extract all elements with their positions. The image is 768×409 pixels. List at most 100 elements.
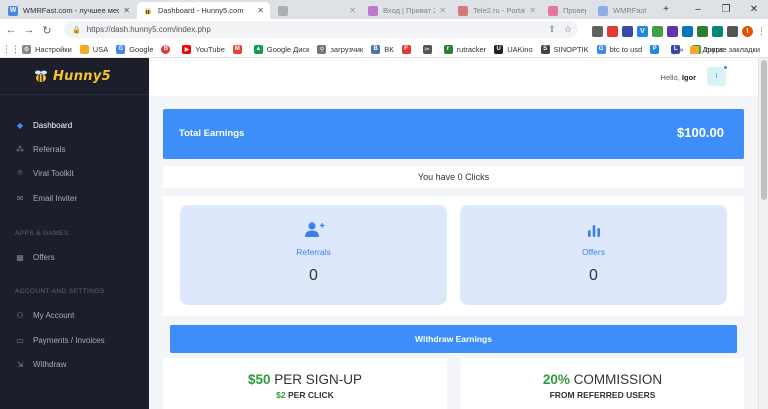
f-icon: F xyxy=(401,44,411,54)
sidebar-item-label: Dashboard xyxy=(33,120,73,130)
offers-value: 0 xyxy=(589,267,598,284)
url-omnibox[interactable]: 🔒 https://dash.hunny5.com/index.php ⇪ ☆ xyxy=(64,21,578,38)
bookmark-vk[interactable]: В ВК xyxy=(371,44,394,54)
forward-icon[interactable]: → xyxy=(22,21,36,39)
commission-promo-subline: FROM REFERRED USERS xyxy=(549,390,656,400)
section-account-settings: ACCOUNT AND SETTINGS xyxy=(15,288,105,295)
leaf-icon[interactable] xyxy=(652,25,663,37)
withdraw-icon: ⇲ xyxy=(16,359,24,369)
sidebar-item-viral-toolkit[interactable]: ⌾ Viral Toolkit xyxy=(0,161,149,185)
ext-icon[interactable] xyxy=(727,25,738,37)
sidebar-item-dashboard[interactable]: ◆ Dashboard xyxy=(0,113,149,137)
brand-name: Hunny5 xyxy=(53,68,111,84)
bookmark-usa[interactable]: USA xyxy=(79,44,108,54)
bee-logo-icon xyxy=(35,70,47,82)
clip-icon: ✂ xyxy=(422,44,432,54)
user-greeting: Hello, Igor xyxy=(660,73,696,82)
globe-icon[interactable] xyxy=(592,25,603,37)
close-tab-icon[interactable]: ✕ xyxy=(349,6,356,15)
apps-grid-icon[interactable]: ⋮⋮ xyxy=(2,40,20,58)
youtube-icon: ▶ xyxy=(182,44,192,54)
share-icon[interactable]: ⇪ xyxy=(548,24,556,35)
tab-title: Проверка xyxy=(563,6,586,15)
bookmark-uakino[interactable]: U UAKino xyxy=(494,44,533,54)
brand-logo[interactable]: Hunny5 xyxy=(0,58,149,95)
tab-title: Вход | Приват 24 xyxy=(383,6,435,15)
tab-3[interactable]: ✕ xyxy=(272,2,362,19)
gift-icon[interactable] xyxy=(712,25,723,37)
menu-kebab-icon[interactable]: ⋮ xyxy=(757,26,766,37)
adblock-icon[interactable] xyxy=(607,25,618,37)
download-icon[interactable] xyxy=(682,25,693,37)
sidebar-item-withdraw[interactable]: ⇲ Withdraw xyxy=(0,352,149,376)
grid-icon[interactable] xyxy=(622,25,633,37)
scrollbar-thumb[interactable] xyxy=(761,60,767,200)
close-window-icon[interactable]: ✕ xyxy=(740,0,768,19)
profile-icon[interactable]: I xyxy=(742,25,753,37)
reload-icon[interactable]: ↻ xyxy=(40,21,54,39)
tab-5[interactable]: Tele2.ru - Portal ✕ xyxy=(452,2,542,19)
square-icon[interactable] xyxy=(667,25,678,37)
close-tab-icon[interactable]: ✕ xyxy=(123,6,130,15)
tab-6[interactable]: Проверка xyxy=(542,2,592,19)
referrals-card[interactable]: Referrals 0 xyxy=(180,205,447,305)
sidebar-item-referrals[interactable]: ⁂ Referrals xyxy=(0,137,149,161)
new-tab-icon[interactable]: + xyxy=(652,0,680,19)
main-content: Hello, Igor I Total Earnings $100.00 You… xyxy=(149,58,758,409)
sidebar: Hunny5 ◆ Dashboard ⁂ Referrals ⌾ Viral T… xyxy=(0,58,149,409)
tab-title: WMRFast.com xyxy=(613,6,646,15)
close-tab-icon[interactable]: ✕ xyxy=(257,6,264,15)
gmail-icon: M xyxy=(232,44,242,54)
offers-card[interactable]: Offers 0 xyxy=(460,205,727,305)
sidebar-item-offers[interactable]: ▦ Offers xyxy=(0,245,149,269)
close-tab-icon[interactable]: ✕ xyxy=(439,6,446,15)
google-icon: G xyxy=(116,44,126,54)
bookmark-gmail[interactable]: M xyxy=(232,44,246,54)
tab-7[interactable]: WMRFast.com xyxy=(592,2,652,19)
bookmark-b[interactable]: B xyxy=(161,44,174,54)
sidebar-item-email-inviter[interactable]: ✉ Email Inviter xyxy=(0,186,149,210)
sidebar-item-label: Payments / Invoices xyxy=(33,335,105,345)
payments-icon: ▭ xyxy=(16,335,24,345)
bookmark-star-icon[interactable]: ☆ xyxy=(564,24,572,35)
clicks-count: You have 0 Clicks xyxy=(163,166,744,188)
close-tab-icon[interactable]: ✕ xyxy=(529,6,536,15)
google-icon: G xyxy=(596,44,606,54)
gear-icon: ⚙ xyxy=(22,44,31,54)
sidebar-item-payments[interactable]: ▭ Payments / Invoices xyxy=(0,328,149,352)
bookmark-sinoptik[interactable]: S SINOPTIK xyxy=(540,44,589,54)
flag-icon[interactable] xyxy=(697,25,708,37)
chevron-right-icon: » xyxy=(679,45,684,54)
bookmark-btc[interactable]: Gbtc to usd xyxy=(596,44,642,54)
bookmark-google[interactable]: G Google xyxy=(116,44,153,54)
bookmark-rutracker[interactable]: r rutracker xyxy=(443,44,486,54)
signup-promo-headline: $50 PER SIGN-UP xyxy=(247,372,363,387)
link-icon: ⚲ xyxy=(317,44,327,54)
minimize-icon[interactable]: – xyxy=(684,0,712,19)
bookmark-clip[interactable]: ✂ xyxy=(422,44,436,54)
tab-dashboard-active[interactable]: Dashboard - Hunny5.com ✕ xyxy=(137,2,270,19)
sidebar-item-label: Offers xyxy=(33,252,55,262)
tab-4[interactable]: Вход | Приват 24 ✕ xyxy=(362,2,452,19)
b-icon: B xyxy=(161,44,171,54)
other-bookmarks[interactable]: » Другие закладки xyxy=(679,41,760,58)
v-icon[interactable]: V xyxy=(637,25,648,37)
sidebar-item-label: Referrals xyxy=(33,144,66,154)
bookmark-loader[interactable]: ⚲ загрузчик xyxy=(317,44,363,54)
address-bar-row: ← → ↻ 🔒 https://dash.hunny5.com/index.ph… xyxy=(0,19,768,41)
withdraw-earnings-button[interactable]: Withdraw Earnings xyxy=(170,325,737,353)
bookmark-drive[interactable]: ▲ Google Диск xyxy=(253,44,309,54)
bookmark-f[interactable]: F xyxy=(401,44,415,54)
signup-promo-card: $50 PER SIGN-UP $2 PER CLICK xyxy=(163,358,447,409)
back-icon[interactable]: ← xyxy=(4,21,18,39)
maximize-icon[interactable]: ❐ xyxy=(712,0,740,19)
bookmark-p[interactable]: P xyxy=(650,44,663,54)
bookmark-settings[interactable]: ⚙ Настройки xyxy=(22,44,72,54)
page-scrollbar[interactable] xyxy=(758,58,768,409)
rutracker-icon: r xyxy=(443,44,453,54)
tab-wmrfast[interactable]: W WMRFast.com - лучшее место для ✕ xyxy=(2,2,136,19)
avatar[interactable]: I xyxy=(707,67,726,86)
sidebar-item-my-account[interactable]: ⚇ My Account xyxy=(0,303,149,327)
extensions-toolbar: V I ⋮ xyxy=(592,22,766,40)
bookmark-youtube[interactable]: ▶ YouTube xyxy=(182,44,225,54)
